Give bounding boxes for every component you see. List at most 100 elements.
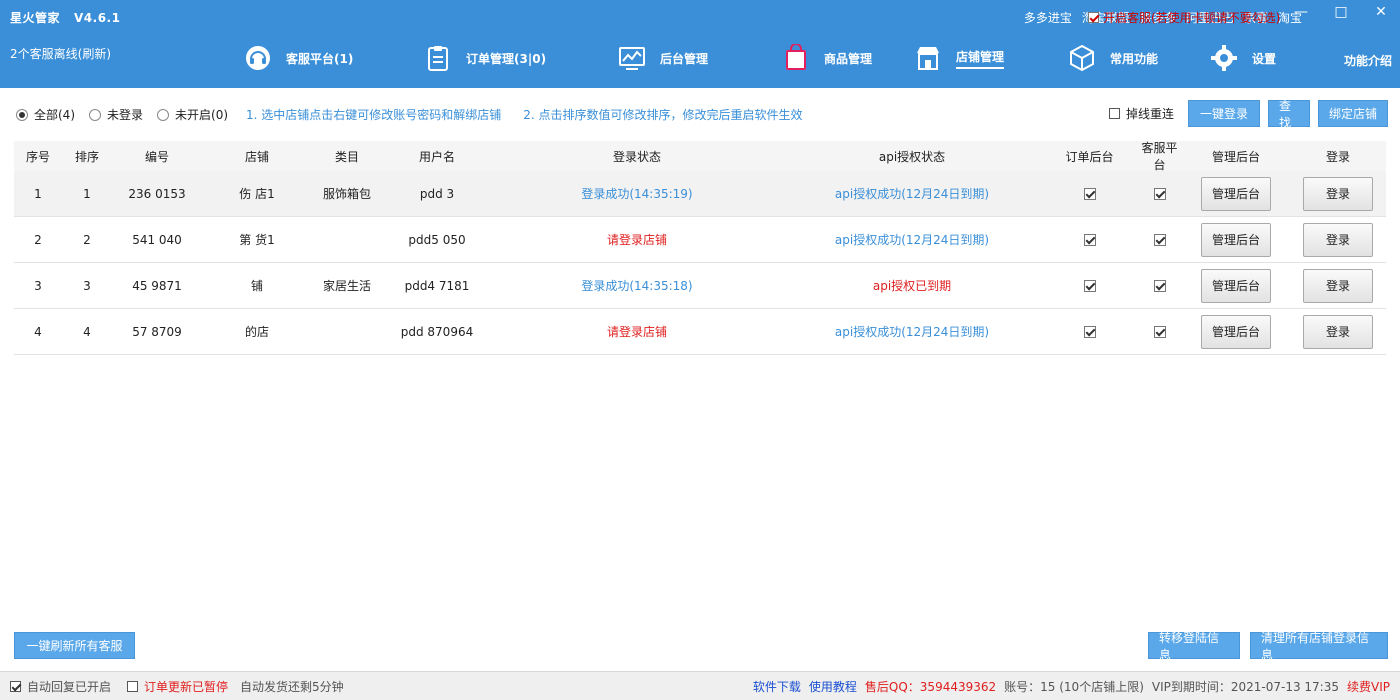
cs-toggle-checkbox[interactable] (1088, 12, 1099, 23)
storefront-icon (917, 47, 939, 70)
manage-admin-button[interactable]: 管理后台 (1201, 176, 1271, 211)
search-button[interactable]: 查找 (1268, 99, 1310, 130)
clear-login-info-button[interactable]: 清理所有店铺登录信息 (1250, 631, 1388, 662)
support-qq: 售后QQ：3594439362 (864, 679, 997, 694)
col-category: 类目 (334, 149, 359, 164)
nav-label: 常用功能 (1110, 51, 1159, 66)
cell-login: 登录 (1290, 314, 1386, 349)
login-button[interactable]: 登录 (1303, 314, 1373, 349)
top-link-duoduo[interactable]: 多多进宝 (1024, 9, 1072, 26)
radio-icon (89, 108, 101, 121)
cell-api-status: api授权成功(12月24日到期) (834, 233, 990, 247)
cell-login: 登录 (1290, 268, 1386, 303)
login-button[interactable]: 登录 (1303, 222, 1373, 257)
table-row[interactable]: 1 1 236 0153 伤 店1 服饰箱包 pdd 3 登录成功(14:35:… (14, 171, 1386, 217)
nav-label: 后台管理 (660, 51, 709, 66)
filter-bar: 全部(4) 未登录 未开启(0) 1. 选中店铺点击右键可修改账号密码和解绑店铺… (16, 106, 803, 123)
monitor-chart-icon (619, 47, 645, 70)
reconnect-toggle[interactable]: 掉线重连 (1108, 105, 1174, 122)
cs-platform-checkbox[interactable] (1153, 234, 1166, 246)
cs-platform-checkbox[interactable] (1153, 188, 1166, 200)
order-admin-checkbox[interactable] (1083, 234, 1096, 246)
nav-settings[interactable]: 设置 (1210, 40, 1276, 76)
order-admin-checkbox[interactable] (1083, 326, 1096, 338)
move-login-info-button[interactable]: 转移登陆信息 (1148, 631, 1240, 662)
filter-all[interactable]: 全部(4) (16, 106, 75, 123)
bottom-right-actions: 转移登陆信息 清理所有店铺登录信息 (1148, 631, 1388, 662)
status-bar: 自动回复已开启 订单更新已暂停 自动发货还剩5分钟 软件下载 使用教程 售后QQ… (0, 671, 1400, 700)
cs-platform-checkbox[interactable] (1153, 326, 1166, 338)
order-update-label: 订单更新已暂停 (144, 679, 229, 694)
cell-code: 57 8709 (132, 324, 182, 339)
cell-sort[interactable]: 3 (62, 279, 112, 293)
nav-backend-management[interactable]: 后台管理 (618, 40, 708, 76)
nav-order-management[interactable]: 订单管理(3|0) (424, 40, 546, 76)
reconnect-label: 掉线重连 (1125, 107, 1174, 121)
tutorial-link[interactable]: 使用教程 (809, 678, 857, 695)
cell-shop: 第 货1 (239, 233, 275, 247)
filter-label: 未登录 (107, 108, 144, 122)
headset-icon (246, 46, 270, 70)
filter-not-logged[interactable]: 未登录 (89, 106, 143, 123)
order-admin-checkbox[interactable] (1083, 280, 1096, 292)
table-row[interactable]: 3 3 45 9871 铺 家居生活 pdd4 7181 登录成功(14:35:… (14, 263, 1386, 309)
col-username: 用户名 (418, 149, 455, 164)
col-api-status: api授权状态 (878, 149, 946, 164)
nav-shop-management[interactable]: 店铺管理 (914, 40, 1005, 76)
cs-platform-checkbox[interactable] (1153, 280, 1166, 292)
maximize-button[interactable]: □ (1332, 4, 1350, 20)
table-row[interactable]: 4 4 57 8709 的店 pdd 870964 请登录店铺 api授权成功(… (14, 309, 1386, 355)
cell-order-admin (1042, 233, 1137, 247)
cell-manage: 管理后台 (1182, 176, 1290, 211)
login-button[interactable]: 登录 (1303, 176, 1373, 211)
radio-icon (16, 108, 28, 121)
cell-sort[interactable]: 2 (62, 233, 112, 247)
col-manage-admin: 管理后台 (1211, 149, 1260, 164)
auto-ship-countdown: 自动发货还剩5分钟 (240, 679, 344, 694)
cell-shop: 的店 (244, 325, 269, 339)
login-button[interactable]: 登录 (1303, 268, 1373, 303)
order-update-checkbox[interactable] (127, 680, 139, 692)
manage-admin-button[interactable]: 管理后台 (1201, 268, 1271, 303)
clipboard-icon (428, 46, 448, 71)
manage-admin-button[interactable]: 管理后台 (1201, 222, 1271, 257)
cs-toggle[interactable]: 开启客服(若使用卡顿请不要勾选) (1088, 9, 1280, 26)
cs-toggle-label: 开启客服(若使用卡顿请不要勾选) (1103, 11, 1281, 25)
cell-category: 家居生活 (322, 279, 371, 293)
cell-cs-platform (1137, 187, 1182, 201)
radio-icon (157, 108, 170, 121)
one-key-login-button[interactable]: 一键登录 (1188, 100, 1260, 127)
order-admin-checkbox[interactable] (1083, 188, 1096, 200)
shop-management-panel: 全部(4) 未登录 未开启(0) 1. 选中店铺点击右键可修改账号密码和解绑店铺… (0, 88, 1400, 671)
app-name: 星火管家 (10, 11, 61, 25)
reconnect-checkbox[interactable] (1108, 108, 1120, 119)
cell-category: 服饰箱包 (322, 187, 371, 201)
auto-reply-checkbox[interactable] (10, 680, 21, 692)
refresh-all-cs-button[interactable]: 一键刷新所有客服 (14, 632, 135, 659)
bind-shop-button[interactable]: 绑定店铺 (1318, 100, 1388, 127)
software-download-link[interactable]: 软件下载 (753, 678, 801, 695)
function-intro-link[interactable]: 功能介绍 (1344, 52, 1392, 69)
cell-sort[interactable]: 4 (62, 325, 112, 339)
cell-sort[interactable]: 1 (62, 187, 112, 201)
hint-2: 2. 点击排序数值可修改排序，修改完后重启软件生效 (523, 108, 803, 122)
nav-common-functions[interactable]: 常用功能 (1068, 40, 1158, 76)
cell-login: 登录 (1290, 222, 1386, 257)
cell-code: 541 040 (132, 232, 182, 247)
filter-not-open[interactable]: 未开启(0) (157, 106, 228, 123)
minimize-button[interactable]: — (1292, 4, 1310, 20)
nav-label: 订单管理(3|0) (466, 51, 547, 66)
renew-vip-link[interactable]: 续费VIP (1347, 678, 1390, 695)
table-header: 序号 排序 编号 店铺 类目 用户名 登录状态 api授权状态 订单后台 客服平… (14, 141, 1386, 172)
nav-label: 设置 (1252, 51, 1277, 66)
col-login: 登录 (1325, 149, 1350, 164)
main-nav: 客服平台(1) 订单管理(3|0) 后台管理 商品管理 店铺管理 常用功能 设置… (0, 40, 1400, 80)
nav-product-management[interactable]: 商品管理 (782, 40, 872, 76)
col-login-status: 登录状态 (612, 149, 661, 164)
table-row[interactable]: 2 2 541 040 第 货1 pdd5 050 请登录店铺 api授权成功(… (14, 217, 1386, 263)
close-button[interactable]: ✕ (1372, 4, 1390, 20)
nav-cs-platform[interactable]: 客服平台(1) (244, 40, 353, 76)
nav-label: 商品管理 (824, 51, 873, 66)
cell-manage: 管理后台 (1182, 268, 1290, 303)
manage-admin-button[interactable]: 管理后台 (1201, 314, 1271, 349)
